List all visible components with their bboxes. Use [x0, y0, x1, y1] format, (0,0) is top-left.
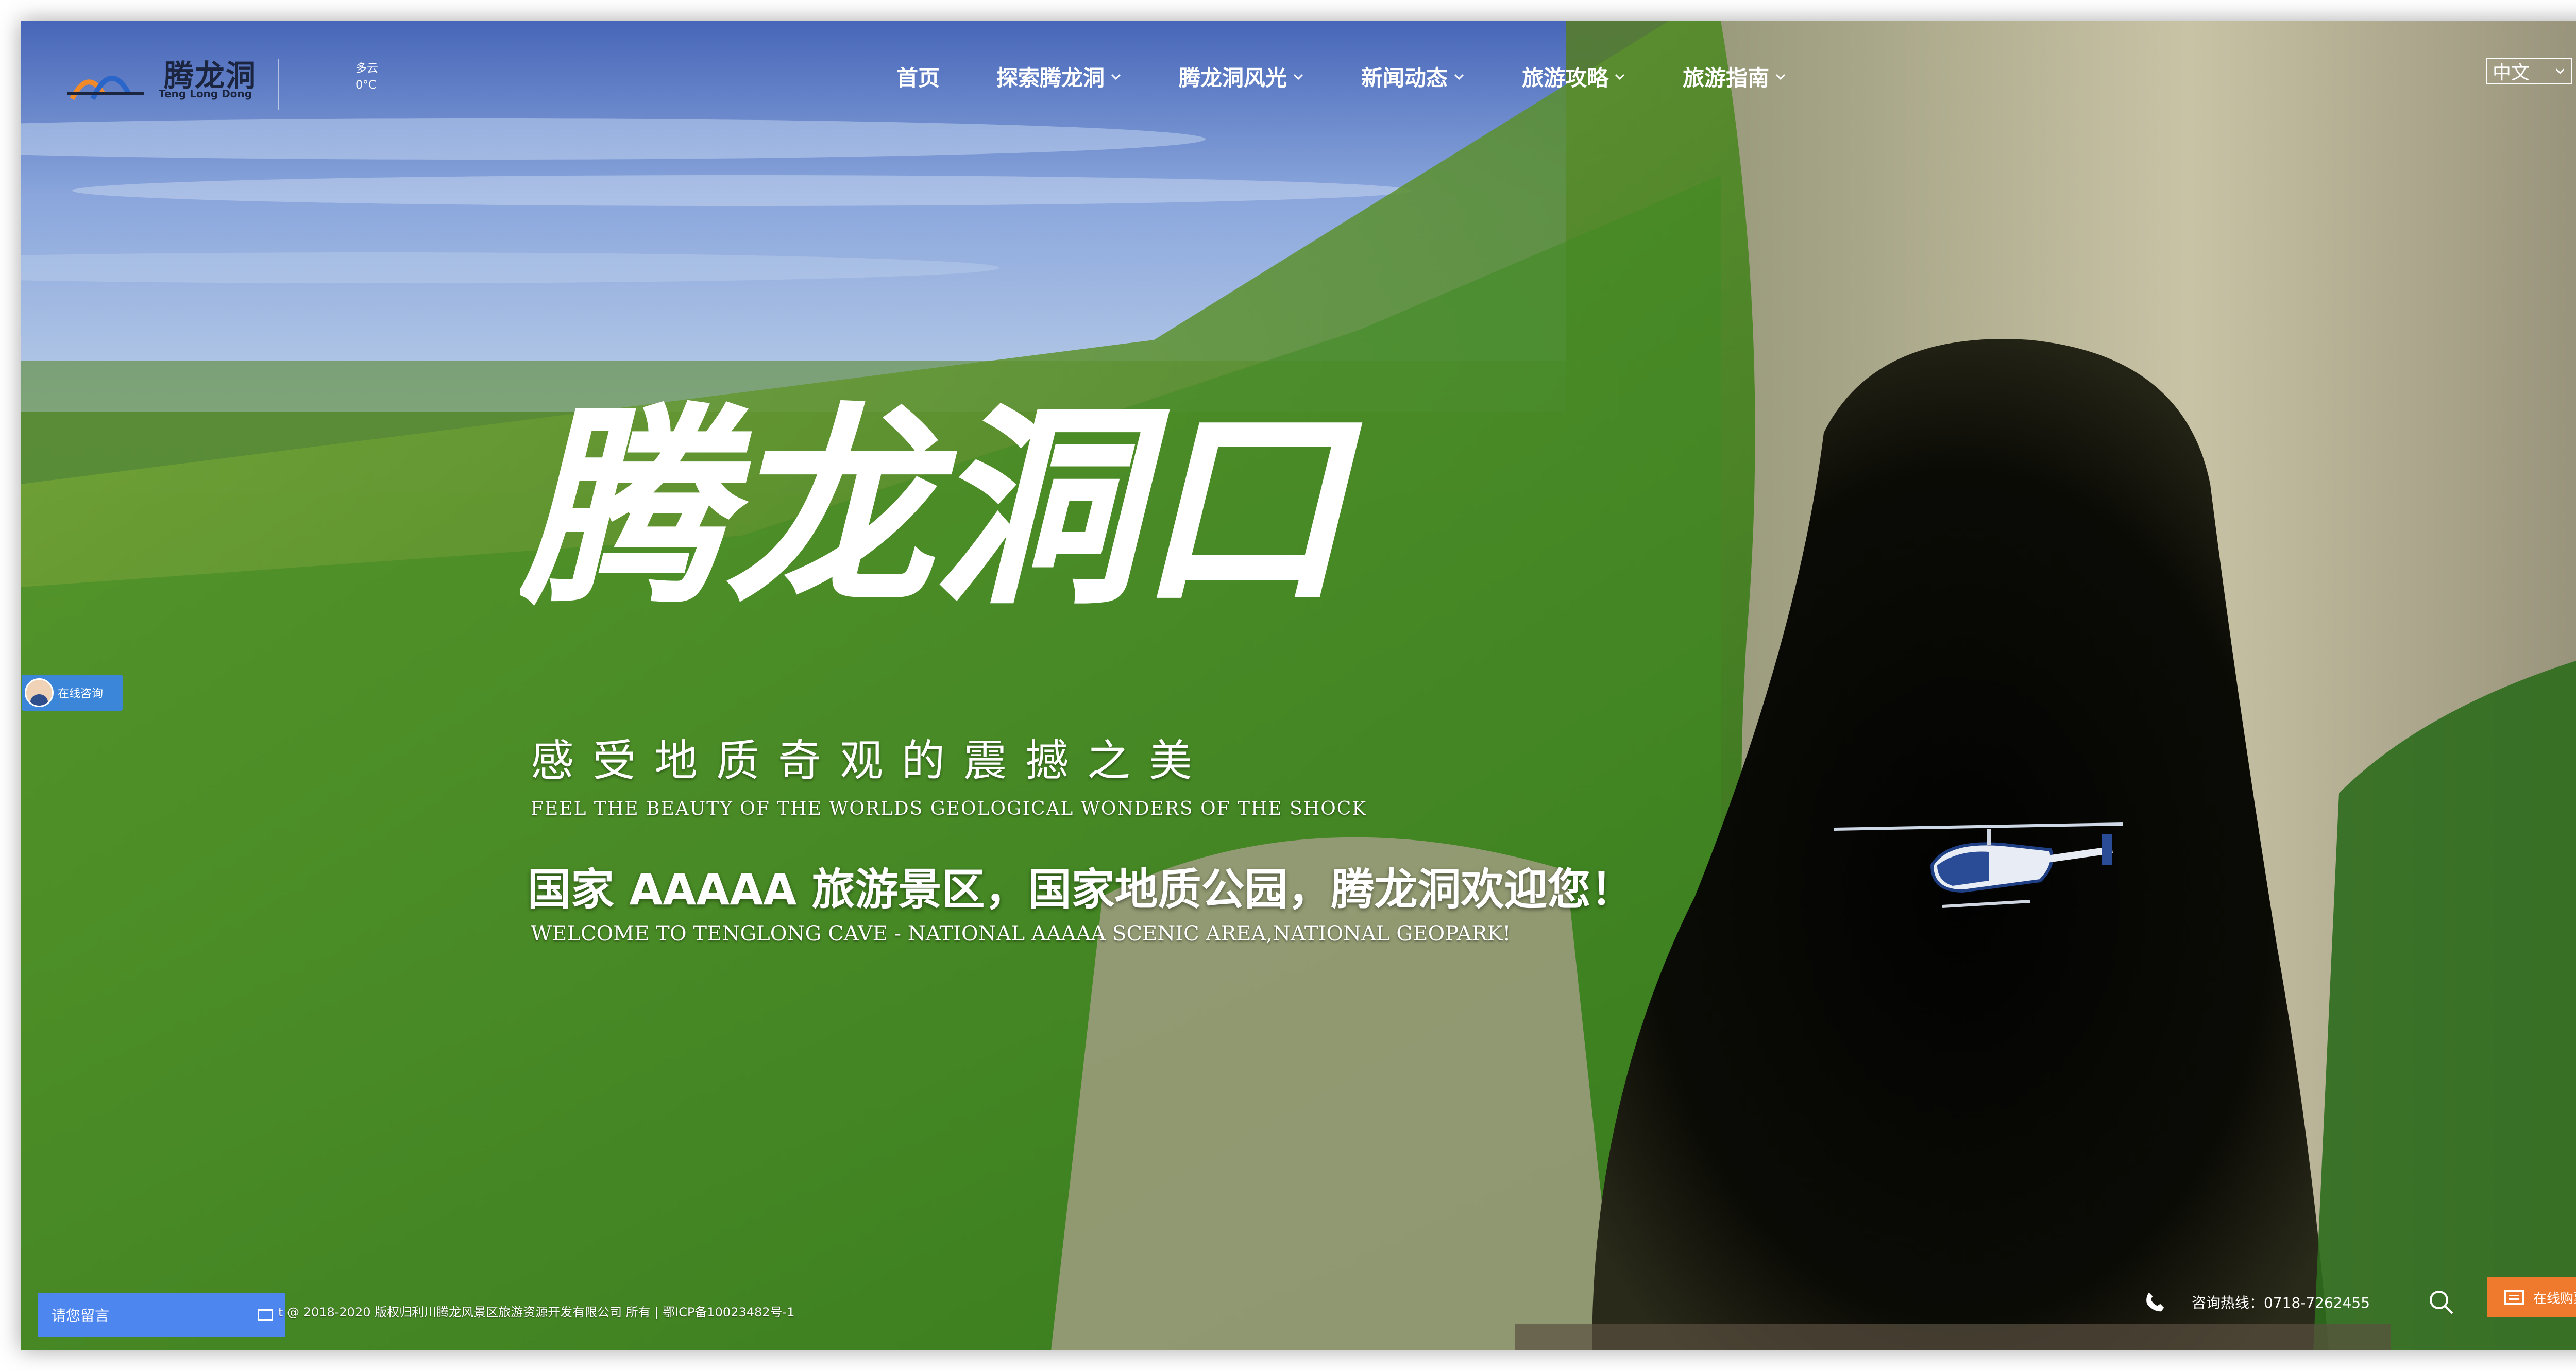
- leave-message-bar[interactable]: 请您留言: [38, 1293, 285, 1337]
- logo-subtitle: Teng Long Dong: [159, 88, 252, 100]
- nav-item-label: 首页: [896, 65, 940, 91]
- chevron-down-icon: [1111, 74, 1121, 80]
- hero-tagline-en: FEEL THE BEAUTY OF THE WORLDS GEOLOGICAL…: [531, 798, 1367, 819]
- chevron-down-icon: [1615, 74, 1625, 80]
- nav-item-label: 探索腾龙洞: [996, 65, 1105, 91]
- buy-ticket-button[interactable]: 在线购票: [2487, 1277, 2576, 1317]
- hero-welcome-cn: 国家 AAAAA 旅游景区，国家地质公园，腾龙洞欢迎您！: [528, 864, 1634, 915]
- nav-item-label: 新闻动态: [1361, 65, 1448, 91]
- agent-avatar: [25, 678, 54, 707]
- chevron-down-icon: [1776, 74, 1786, 80]
- nav-item-label: 旅游攻略: [1522, 65, 1609, 91]
- window-icon: [258, 1309, 273, 1321]
- language-label: 中文: [2493, 62, 2530, 83]
- nav-item-explore[interactable]: 探索腾龙洞: [996, 61, 1122, 92]
- ticket-icon: [2504, 1290, 2524, 1305]
- nav-item-label: 旅游指南: [1683, 65, 1770, 91]
- online-consult-button[interactable]: 在线咨询: [22, 675, 123, 711]
- hero-calligraphy: 腾龙洞口: [520, 383, 1365, 633]
- nav-item-travel-guide[interactable]: 旅游指南: [1683, 61, 1787, 92]
- nav-item-travel-tips[interactable]: 旅游攻略: [1522, 61, 1626, 92]
- language-select[interactable]: 中文: [2486, 58, 2572, 84]
- nav-item-home[interactable]: 首页: [896, 61, 940, 92]
- weather-temperature: 0°C: [355, 79, 377, 92]
- online-consult-label: 在线咨询: [58, 688, 104, 700]
- tenglong-logo-icon[interactable]: [67, 58, 144, 114]
- chevron-down-icon: [1293, 74, 1303, 80]
- browser-viewport: 腾龙洞 Teng Long Dong 多云 0°C 首页 探索腾龙洞 腾龙洞风光…: [21, 21, 2576, 1350]
- helicopter-image: [1834, 822, 2123, 908]
- chevron-down-icon: [2555, 68, 2565, 74]
- hotline-text: 咨询热线：0718-7262455: [2192, 1294, 2370, 1311]
- weather-condition: 多云: [355, 62, 379, 75]
- weather-widget: 多云 0°C: [355, 61, 378, 94]
- copyright-text: t @ 2018-2020 版权归利川腾龙风景区旅游资源开发有限公司 所有 | …: [278, 1305, 795, 1319]
- phone-icon: [2146, 1292, 2164, 1312]
- chevron-down-icon: [1454, 74, 1464, 80]
- hero-tagline-cn: 感受地质奇观的震撼之美: [531, 735, 1211, 786]
- hotline: 咨询热线：0718-7262455: [2143, 1291, 2370, 1313]
- main-nav: 首页 探索腾龙洞 腾龙洞风光 新闻动态 旅游攻略 旅游指南: [896, 61, 1843, 92]
- hero-calligraphy-text: 腾龙洞口: [520, 384, 1364, 632]
- nav-item-scenery[interactable]: 腾龙洞风光: [1179, 61, 1304, 92]
- leave-message-label: 请您留言: [52, 1307, 110, 1324]
- nav-item-label: 腾龙洞风光: [1179, 65, 1287, 91]
- buy-ticket-label: 在线购票: [2533, 1291, 2576, 1307]
- header-divider: [278, 59, 279, 110]
- hero-welcome-en: WELCOME TO TENGLONG CAVE - NATIONAL AAAA…: [531, 922, 1511, 946]
- search-icon[interactable]: [2427, 1288, 2455, 1316]
- nav-item-news[interactable]: 新闻动态: [1361, 61, 1465, 92]
